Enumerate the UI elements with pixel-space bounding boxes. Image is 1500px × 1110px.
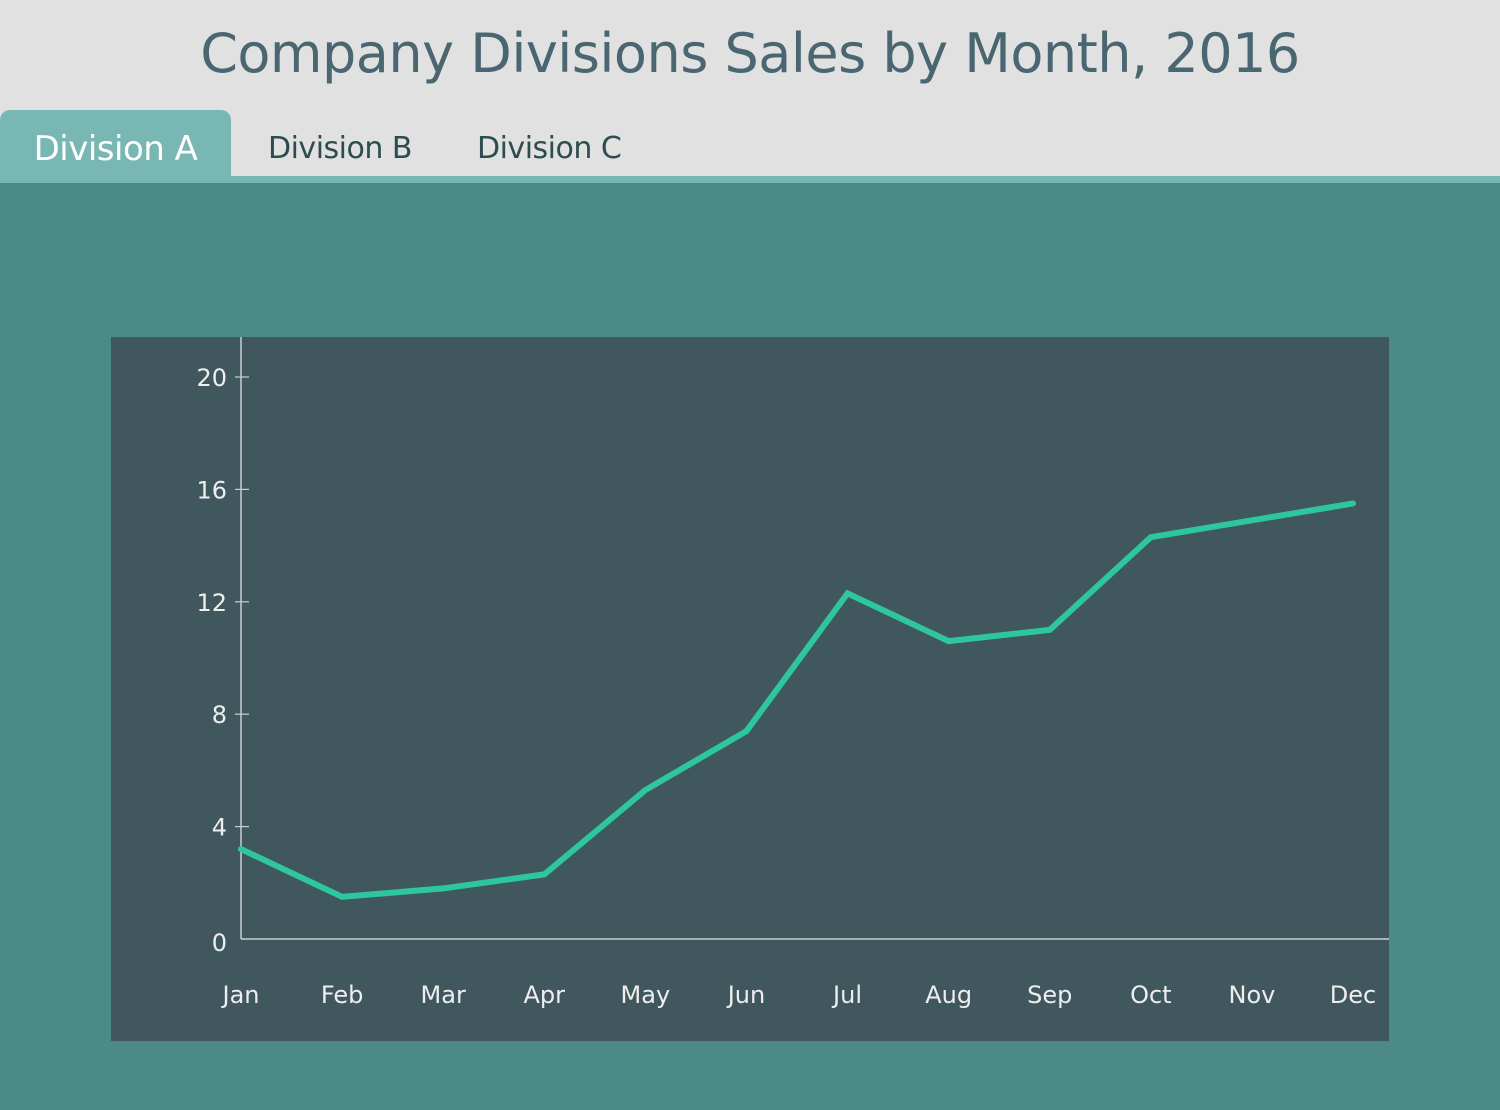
x-tick-label: Jul [831,981,862,1009]
y-tick-label: 20 [196,364,227,392]
x-axis: Jan Feb Mar Apr May Jun Jul Aug Sep Oct Nov Dec [221,938,1389,1009]
x-tick-label: Apr [524,981,566,1009]
x-tick-label: Jan [221,981,260,1009]
x-tick-label: Feb [321,981,364,1009]
line-chart: 0 4 8 12 16 20 Jan Feb Mar Apr May Jun Jul Aug Sep Oct… [196,337,1389,1009]
page-title: Company Divisions Sales by Month, 2016 [200,22,1300,85]
tab-division-b[interactable]: Division B [268,110,412,176]
y-tick-label: 0 [212,929,227,957]
x-tick-label: Nov [1228,981,1275,1009]
y-tick-label: 8 [212,701,227,729]
y-tick-label: 4 [212,814,227,842]
x-tick-label: Jun [726,981,766,1009]
x-tick-label: May [621,981,671,1009]
tab-division-a[interactable]: Division A [0,110,231,176]
tab-division-c[interactable]: Division C [477,110,622,176]
y-tick-label: 16 [196,476,227,504]
x-tick-label: Sep [1027,981,1072,1009]
tab-bar-underline [0,176,1500,183]
series-group [238,500,1356,900]
x-tick-label: Dec [1330,981,1376,1009]
x-tick-label: Oct [1130,981,1172,1009]
y-tick-label: 12 [196,589,227,617]
series-line [238,500,1356,900]
x-tick-label: Aug [925,981,972,1009]
chart-panel: 0 4 8 12 16 20 Jan Feb Mar Apr May Jun Jul Aug Sep Oct… [111,337,1389,1041]
x-tick-label: Mar [421,981,466,1009]
y-axis: 0 4 8 12 16 20 [196,337,249,957]
